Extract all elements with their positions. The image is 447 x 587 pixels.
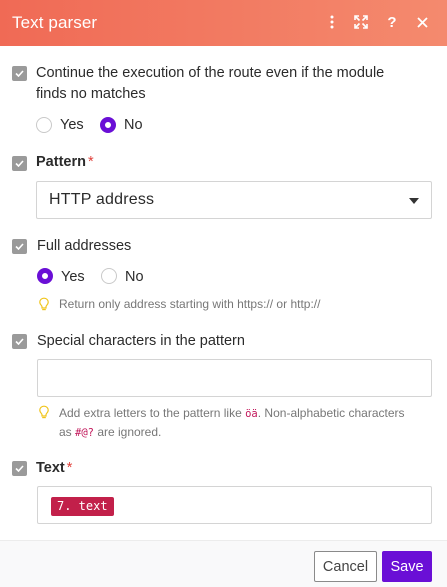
continue-execution-checkbox[interactable]	[12, 66, 27, 81]
cancel-button[interactable]: Cancel	[314, 551, 377, 582]
module-title: Text parser	[12, 13, 98, 32]
hint-code-example: #@?	[75, 427, 94, 439]
pattern-selected-value: HTTP address	[49, 191, 155, 208]
special-characters-label: Special characters in the pattern	[37, 333, 245, 349]
pattern-checkbox[interactable]	[12, 156, 27, 171]
expand-icon[interactable]	[350, 11, 372, 33]
mapped-variable-pill[interactable]: 7. text	[51, 497, 114, 516]
required-asterisk: *	[66, 460, 73, 476]
text-checkbox[interactable]	[12, 461, 27, 476]
full-addresses-label: Full addresses	[37, 238, 132, 254]
save-button[interactable]: Save	[382, 551, 432, 582]
full-addresses-yes-label[interactable]: Yes	[61, 268, 85, 286]
module-header: Text parser ?	[0, 0, 447, 46]
text-label: Text *	[36, 460, 73, 476]
special-characters-input[interactable]	[37, 359, 432, 397]
continue-execution-label-line1: Continue the execution of the route even…	[36, 65, 385, 81]
required-asterisk: *	[87, 154, 94, 170]
footer-bar	[0, 540, 447, 587]
full-addresses-no-radio[interactable]	[101, 268, 117, 284]
full-addresses-checkbox[interactable]	[12, 239, 27, 254]
special-characters-hint-line1: Add extra letters to the pattern like öä…	[59, 406, 405, 420]
continue-execution-yes-radio[interactable]	[36, 117, 52, 133]
hint-code-example: öä	[245, 408, 258, 420]
full-addresses-hint: Return only address starting with https:…	[59, 297, 321, 311]
help-icon[interactable]: ?	[381, 11, 403, 33]
special-characters-checkbox[interactable]	[12, 334, 27, 349]
lightbulb-icon	[39, 297, 49, 311]
full-addresses-yes-radio[interactable]	[37, 268, 53, 284]
pattern-select[interactable]: HTTP address	[36, 181, 432, 219]
full-addresses-no-label[interactable]: No	[125, 268, 144, 286]
continue-execution-no-radio[interactable]	[100, 117, 116, 133]
pattern-label: Pattern *	[36, 154, 94, 170]
chevron-down-icon	[409, 198, 419, 204]
continue-execution-label-line2: finds no matches	[36, 86, 146, 102]
special-characters-hint-line2: as #@? are ignored.	[59, 425, 162, 439]
close-icon[interactable]	[411, 11, 433, 33]
lightbulb-icon	[39, 405, 49, 419]
continue-execution-no-label[interactable]: No	[124, 116, 143, 134]
continue-execution-yes-label[interactable]: Yes	[60, 116, 84, 134]
more-vertical-icon[interactable]	[321, 11, 343, 33]
